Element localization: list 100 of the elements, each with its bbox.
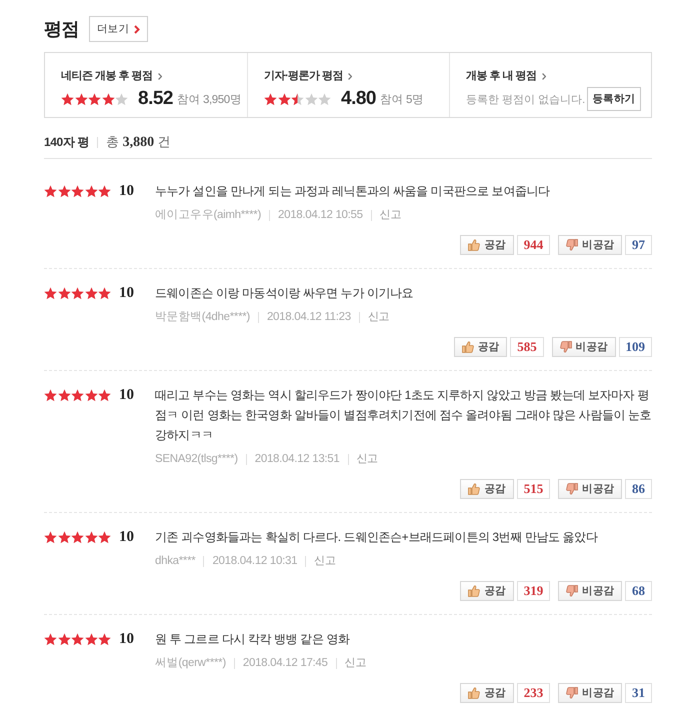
thumbs-down-icon — [560, 341, 572, 353]
star-icon — [98, 286, 111, 300]
star-icon — [98, 530, 111, 544]
star-icon — [58, 388, 70, 402]
review-score: 10 — [119, 386, 134, 404]
like-count: 944 — [516, 235, 550, 255]
thumbs-down-icon — [566, 239, 578, 251]
review-date: 2018.04.12 10:31 — [212, 554, 298, 569]
star-icon — [98, 388, 111, 402]
star-icon — [44, 286, 57, 300]
author-name: 박문함백(4dhe****) — [155, 310, 250, 325]
star-icon — [264, 92, 277, 106]
rating-category-link[interactable]: 기자·평론가 평점 — [264, 69, 352, 84]
thumbs-up-icon — [468, 585, 480, 597]
thumbs-down-icon — [566, 687, 578, 699]
chevron-icon — [158, 73, 162, 80]
review-score: 10 — [119, 284, 134, 302]
star-icon — [115, 92, 128, 106]
like-button[interactable]: 공감 — [460, 235, 514, 255]
participant-count: 참여 5명 — [380, 92, 424, 106]
review-date: 2018.04.12 17:45 — [242, 656, 328, 671]
like-button[interactable]: 공감 — [460, 581, 514, 601]
like-count: 233 — [516, 683, 550, 703]
chevron-icon — [542, 73, 546, 80]
star-icon — [58, 530, 70, 544]
author-name: 써벌(qerw****) — [155, 656, 226, 671]
thumbs-down-icon — [566, 483, 578, 495]
rating-category-link[interactable]: 네티즌 개봉 후 평점 — [61, 69, 162, 84]
dislike-button[interactable]: 비공감 — [558, 479, 622, 499]
dislike-count: 31 — [625, 683, 652, 703]
star-icon — [278, 92, 290, 106]
more-button[interactable]: 더보기 — [89, 16, 148, 42]
star-icon — [84, 388, 98, 402]
thumbs-up-icon — [468, 239, 480, 251]
like-count: 585 — [510, 337, 544, 357]
review-text: 누누가 설인을 만나게 되는 과정과 레닉톤과의 싸움을 미국판으로 보여줍니다 — [155, 183, 551, 200]
dislike-button[interactable]: 비공감 — [558, 581, 622, 601]
star-icon — [44, 388, 57, 402]
dislike-button[interactable]: 비공감 — [552, 337, 616, 357]
star-icon — [88, 92, 101, 106]
like-button[interactable]: 공감 — [454, 337, 508, 357]
star-icon — [74, 92, 88, 106]
rating-category-link[interactable]: 개봉 후 내 평점 — [466, 69, 546, 84]
review-score: 10 — [119, 528, 134, 546]
dislike-count: 109 — [618, 337, 652, 357]
review-text: 드웨이존슨 이랑 마동석이랑 싸우면 누가 이기나요 — [155, 285, 414, 302]
star-icon — [61, 92, 74, 106]
dislike-count: 97 — [625, 235, 652, 255]
star-icon — [44, 530, 57, 544]
dislike-button[interactable]: 비공감 — [558, 235, 622, 255]
author-name: dhka**** — [155, 554, 196, 569]
star-icon — [58, 184, 70, 198]
like-count: 515 — [516, 479, 550, 499]
star-icon — [318, 92, 331, 106]
total-count: 총 3,880 건 — [106, 133, 171, 151]
participant-count: 참여 3,950명 — [176, 92, 242, 106]
average-score: 8.52 — [138, 88, 173, 110]
star-icon — [71, 632, 84, 646]
star-icon — [71, 388, 84, 402]
star-icon — [102, 92, 114, 106]
average-score: 4.80 — [341, 88, 376, 110]
review-date: 2018.04.12 10:55 — [278, 208, 363, 223]
star-icon — [58, 632, 70, 646]
star-icon — [291, 92, 304, 106]
star-icon — [44, 632, 57, 646]
dislike-count: 68 — [625, 581, 652, 601]
review-score: 10 — [119, 630, 134, 648]
section-title: 평점 — [44, 18, 79, 41]
register-button[interactable]: 등록하기 — [586, 87, 641, 111]
star-icon — [71, 530, 84, 544]
star-icon — [84, 632, 98, 646]
like-count: 319 — [516, 581, 550, 601]
dislike-button[interactable]: 비공감 — [558, 683, 622, 703]
star-icon — [71, 184, 84, 198]
review-text: 원 투 그르르 다시 칵칵 뱅뱅 같은 영화 — [155, 631, 351, 648]
star-icon — [304, 92, 318, 106]
dislike-count: 86 — [625, 479, 652, 499]
review-date: 2018.04.12 11:23 — [266, 310, 351, 325]
like-button[interactable]: 공감 — [460, 683, 514, 703]
star-icon — [58, 286, 70, 300]
chevron-icon — [348, 73, 352, 80]
review-text: 기존 괴수영화들과는 확실히 다르다. 드웨인존슨+브래드페이튼의 3번째 만남도 옳았다 — [155, 529, 599, 546]
review-type-label: 140자 평 — [44, 134, 89, 150]
review-date: 2018.04.12 13:51 — [254, 452, 340, 467]
author-name: 에이고우우(aimh****) — [155, 208, 261, 223]
star-icon — [44, 184, 57, 198]
thumbs-up-icon — [468, 483, 480, 495]
thumbs-up-icon — [468, 687, 480, 699]
chevron-icon — [134, 24, 140, 34]
star-icon — [84, 530, 98, 544]
review-text: 때리고 부수는 영화는 역시 할리우드가 짱이야단 1초도 지루하지 않았고 방금 봤는데 보자마자 평점ㅋ 이런 영화는 한국영화 알바들이 별점후려치기전에 점수 올려야됨 그래야 많은 사람들이 눈호강하지ㅋㅋ — [155, 387, 652, 444]
star-icon — [84, 184, 98, 198]
thumbs-up-icon — [462, 341, 474, 353]
star-icon — [98, 184, 111, 198]
like-button[interactable]: 공감 — [460, 479, 514, 499]
review-score: 10 — [119, 182, 134, 200]
star-icon — [98, 632, 111, 646]
author-name: SENA92(tlsg****) — [155, 452, 238, 467]
star-icon — [84, 286, 98, 300]
thumbs-down-icon — [566, 585, 578, 597]
